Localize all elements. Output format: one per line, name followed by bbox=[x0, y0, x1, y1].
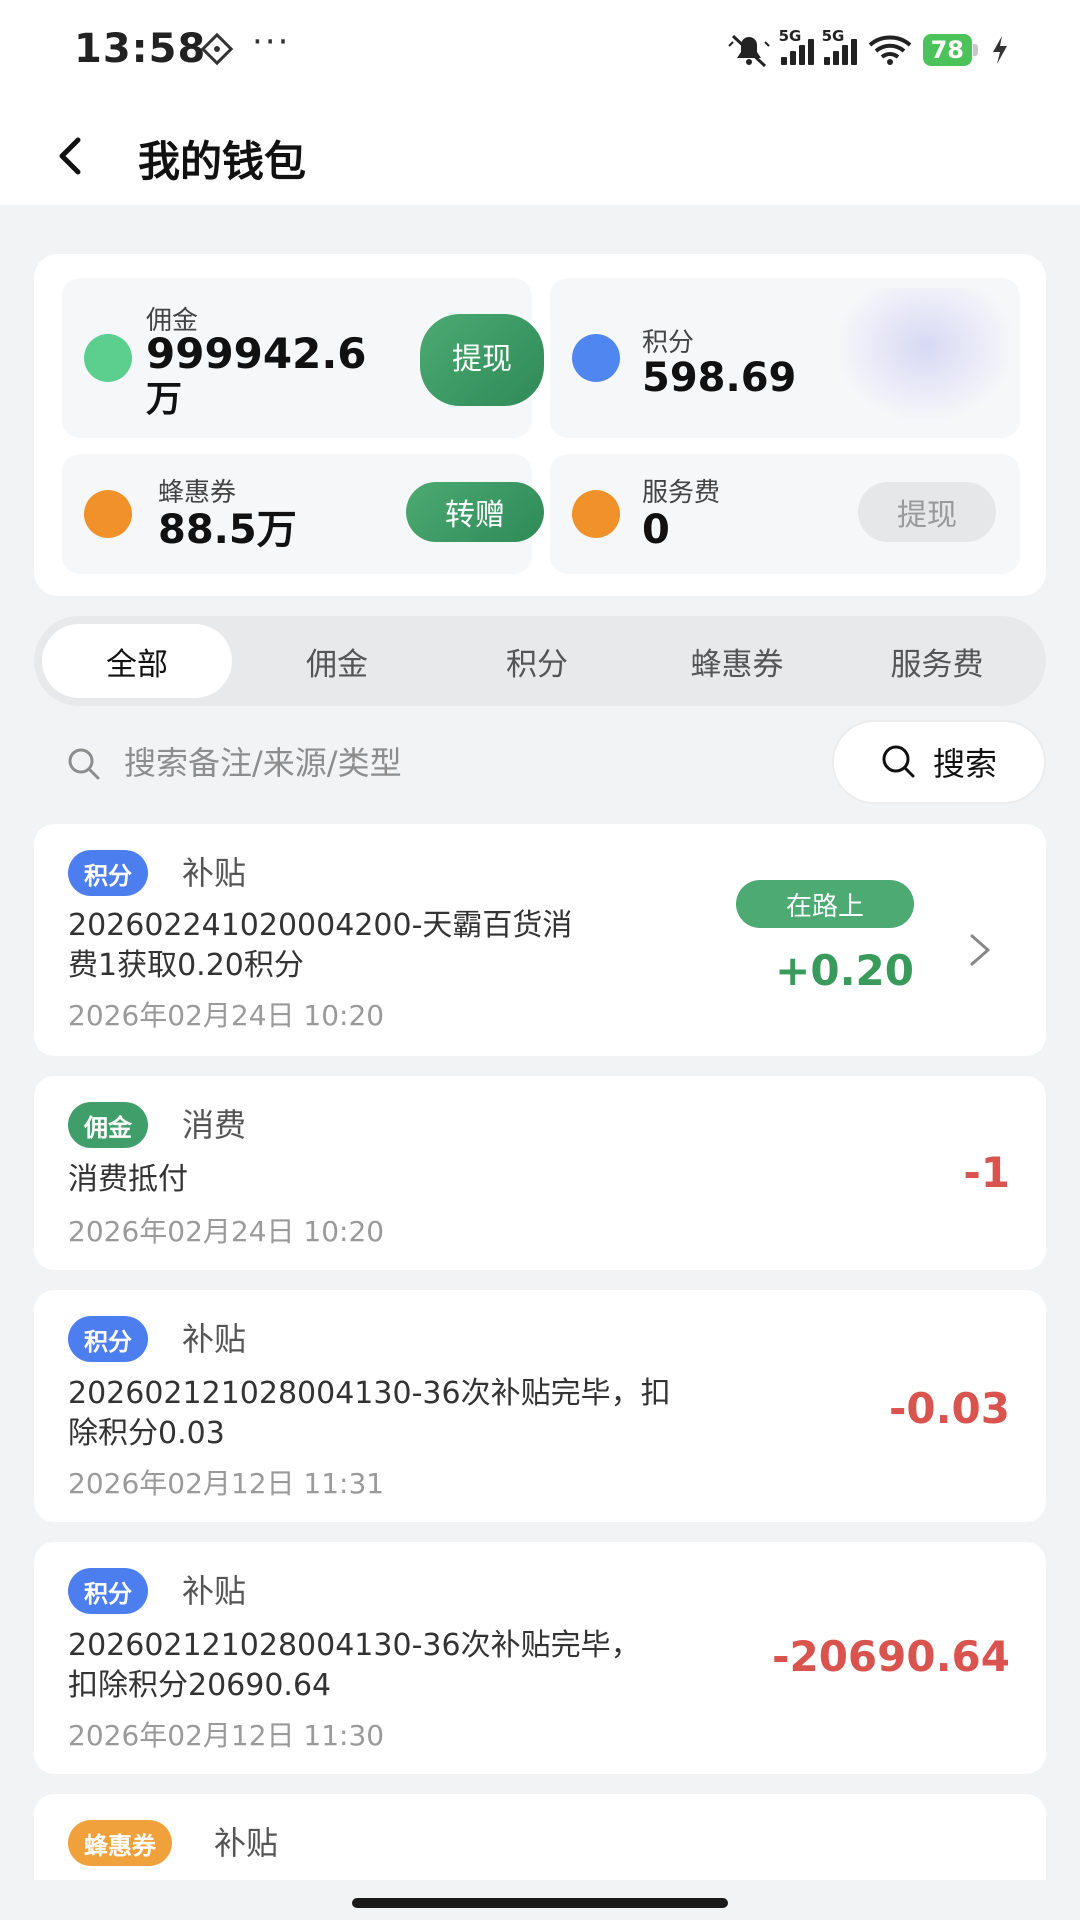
search-button-label: 搜索 bbox=[932, 745, 997, 783]
record-status-badge: 在路上 bbox=[736, 880, 914, 928]
record-description: 20260224102000420​0-天霸百货消 费1获取0.20积分 bbox=[68, 906, 572, 986]
record-description: 消费抵付 bbox=[68, 1162, 188, 1197]
status-time: 13:58 bbox=[74, 26, 207, 72]
transaction-record[interactable]: 积分 补贴 202602121028004130-36次补贴完毕， 扣除积分20… bbox=[34, 1542, 1046, 1774]
record-time: 2026年02月24日 10:20 bbox=[68, 1215, 385, 1248]
record-time: 2026年02月24日 10:20 bbox=[68, 999, 385, 1032]
coupon-transfer-button[interactable]: 转赠 bbox=[406, 482, 544, 542]
transaction-record[interactable]: 积分 补贴 202602121028004130-36次补贴完毕，扣 除积分0.… bbox=[34, 1290, 1046, 1522]
record-tag: 蜂惠券 bbox=[68, 1820, 172, 1866]
service-fee-label: 服务费 bbox=[642, 478, 721, 508]
tab-commission[interactable]: 佣金 bbox=[242, 624, 432, 698]
record-description-line1: 20260224102000420​0-天霸百货消 bbox=[68, 908, 573, 943]
service-fee-dot bbox=[572, 490, 620, 538]
network-type-1: 5G bbox=[778, 27, 802, 45]
record-tag: 积分 bbox=[68, 1568, 148, 1614]
record-description: 202602121028004130-36次补贴完毕， 扣除积分20690.64 bbox=[68, 1626, 641, 1706]
record-type: 消费 bbox=[182, 1106, 247, 1144]
search-icon bbox=[882, 745, 915, 778]
signal-5g-icon: 5G bbox=[779, 27, 814, 65]
record-time: 2026年02月12日 11:31 bbox=[68, 1467, 385, 1500]
charging-icon bbox=[993, 36, 1007, 64]
mute-bell-icon bbox=[727, 34, 770, 68]
tab-all[interactable]: 全部 bbox=[42, 624, 232, 698]
transaction-record[interactable]: 佣金 消费 消费抵付 2026年02月24日 10:20 -1 bbox=[34, 1076, 1046, 1270]
points-dot bbox=[572, 334, 620, 382]
coupon-label: 蜂惠券 bbox=[158, 478, 237, 508]
record-type: 补贴 bbox=[182, 1572, 247, 1610]
search-input[interactable] bbox=[124, 734, 684, 792]
signal-5g-icon: 5G bbox=[822, 27, 857, 65]
record-type: 补贴 bbox=[182, 1320, 247, 1358]
tab-coupon[interactable]: 蜂惠券 bbox=[642, 624, 832, 698]
record-description-line2: 费1获取0.20积分 bbox=[68, 948, 304, 983]
record-tag: 积分 bbox=[68, 850, 148, 896]
category-tabs: 全部 佣金 积分 蜂惠券 服务费 bbox=[34, 616, 1046, 706]
home-indicator[interactable] bbox=[352, 1898, 728, 1908]
search-bar: 搜索 bbox=[34, 720, 1046, 806]
coupon-dot bbox=[84, 490, 132, 538]
tab-service-fee[interactable]: 服务费 bbox=[842, 624, 1032, 698]
commission-unit: 万 bbox=[146, 379, 183, 420]
chevron-right-icon[interactable] bbox=[968, 932, 992, 968]
points-label: 积分 bbox=[642, 328, 695, 358]
service-fee-withdraw-button[interactable]: 提现 bbox=[858, 482, 996, 542]
record-description-line2: 扣除积分20690.64 bbox=[68, 1668, 332, 1703]
wallet-summary-card: 佣金 999942.6 万 提现 积分 598.69 蜂惠券 88.5万 转赠 … bbox=[34, 254, 1046, 596]
record-description: 202602121028004130-36次补贴完毕，扣 除积分0.03 bbox=[68, 1374, 671, 1454]
record-type: 补贴 bbox=[182, 854, 247, 892]
app-notification-icon bbox=[200, 32, 234, 66]
commission-withdraw-button[interactable]: 提现 bbox=[420, 314, 544, 406]
battery-icon: 78 bbox=[922, 34, 979, 66]
record-tag: 佣金 bbox=[68, 1102, 148, 1148]
record-amount: -1 bbox=[963, 1148, 1010, 1197]
transaction-record[interactable]: 积分 补贴 20260224102000420​0-天霸百货消 费1获取0.20… bbox=[34, 824, 1046, 1056]
network-type-2: 5G bbox=[821, 27, 845, 45]
status-bar: 13:58 ··· 5G 5G 78 bbox=[0, 0, 1080, 100]
back-arrow-icon[interactable] bbox=[52, 136, 88, 176]
search-button[interactable]: 搜索 bbox=[832, 720, 1046, 804]
coupon-balance: 蜂惠券 88.5万 转赠 bbox=[62, 454, 544, 574]
record-description-line1: 202602121028004130-36次补贴完毕， bbox=[68, 1628, 641, 1663]
more-notifications-icon: ··· bbox=[252, 22, 291, 62]
points-balance: 积分 598.69 bbox=[550, 278, 1020, 438]
record-amount: -0.03 bbox=[888, 1384, 1010, 1433]
commission-value: 999942.6 bbox=[146, 329, 367, 378]
record-description-line2: 除积分0.03 bbox=[68, 1416, 225, 1451]
points-value: 598.69 bbox=[642, 355, 797, 401]
commission-dot bbox=[84, 334, 132, 382]
blurred-area bbox=[840, 288, 1010, 418]
wifi-icon bbox=[868, 35, 911, 65]
service-fee-value: 0 bbox=[642, 507, 670, 553]
record-amount: +0.20 bbox=[775, 946, 914, 995]
record-type: 补贴 bbox=[214, 1824, 279, 1862]
search-icon bbox=[68, 748, 100, 780]
record-description-line1: 202602121028004130-36次补贴完毕，扣 bbox=[68, 1376, 671, 1411]
record-time: 2026年02月12日 11:30 bbox=[68, 1719, 385, 1752]
service-fee-balance: 服务费 0 提现 bbox=[550, 454, 1020, 574]
tab-points[interactable]: 积分 bbox=[442, 624, 632, 698]
record-tag: 积分 bbox=[68, 1316, 148, 1362]
commission-balance: 佣金 999942.6 万 提现 bbox=[62, 278, 544, 438]
coupon-value: 88.5万 bbox=[158, 507, 297, 553]
record-amount: -20690.64 bbox=[772, 1632, 1010, 1681]
page-title: 我的钱包 bbox=[138, 137, 307, 186]
top-bar: 我的钱包 bbox=[0, 100, 1080, 205]
